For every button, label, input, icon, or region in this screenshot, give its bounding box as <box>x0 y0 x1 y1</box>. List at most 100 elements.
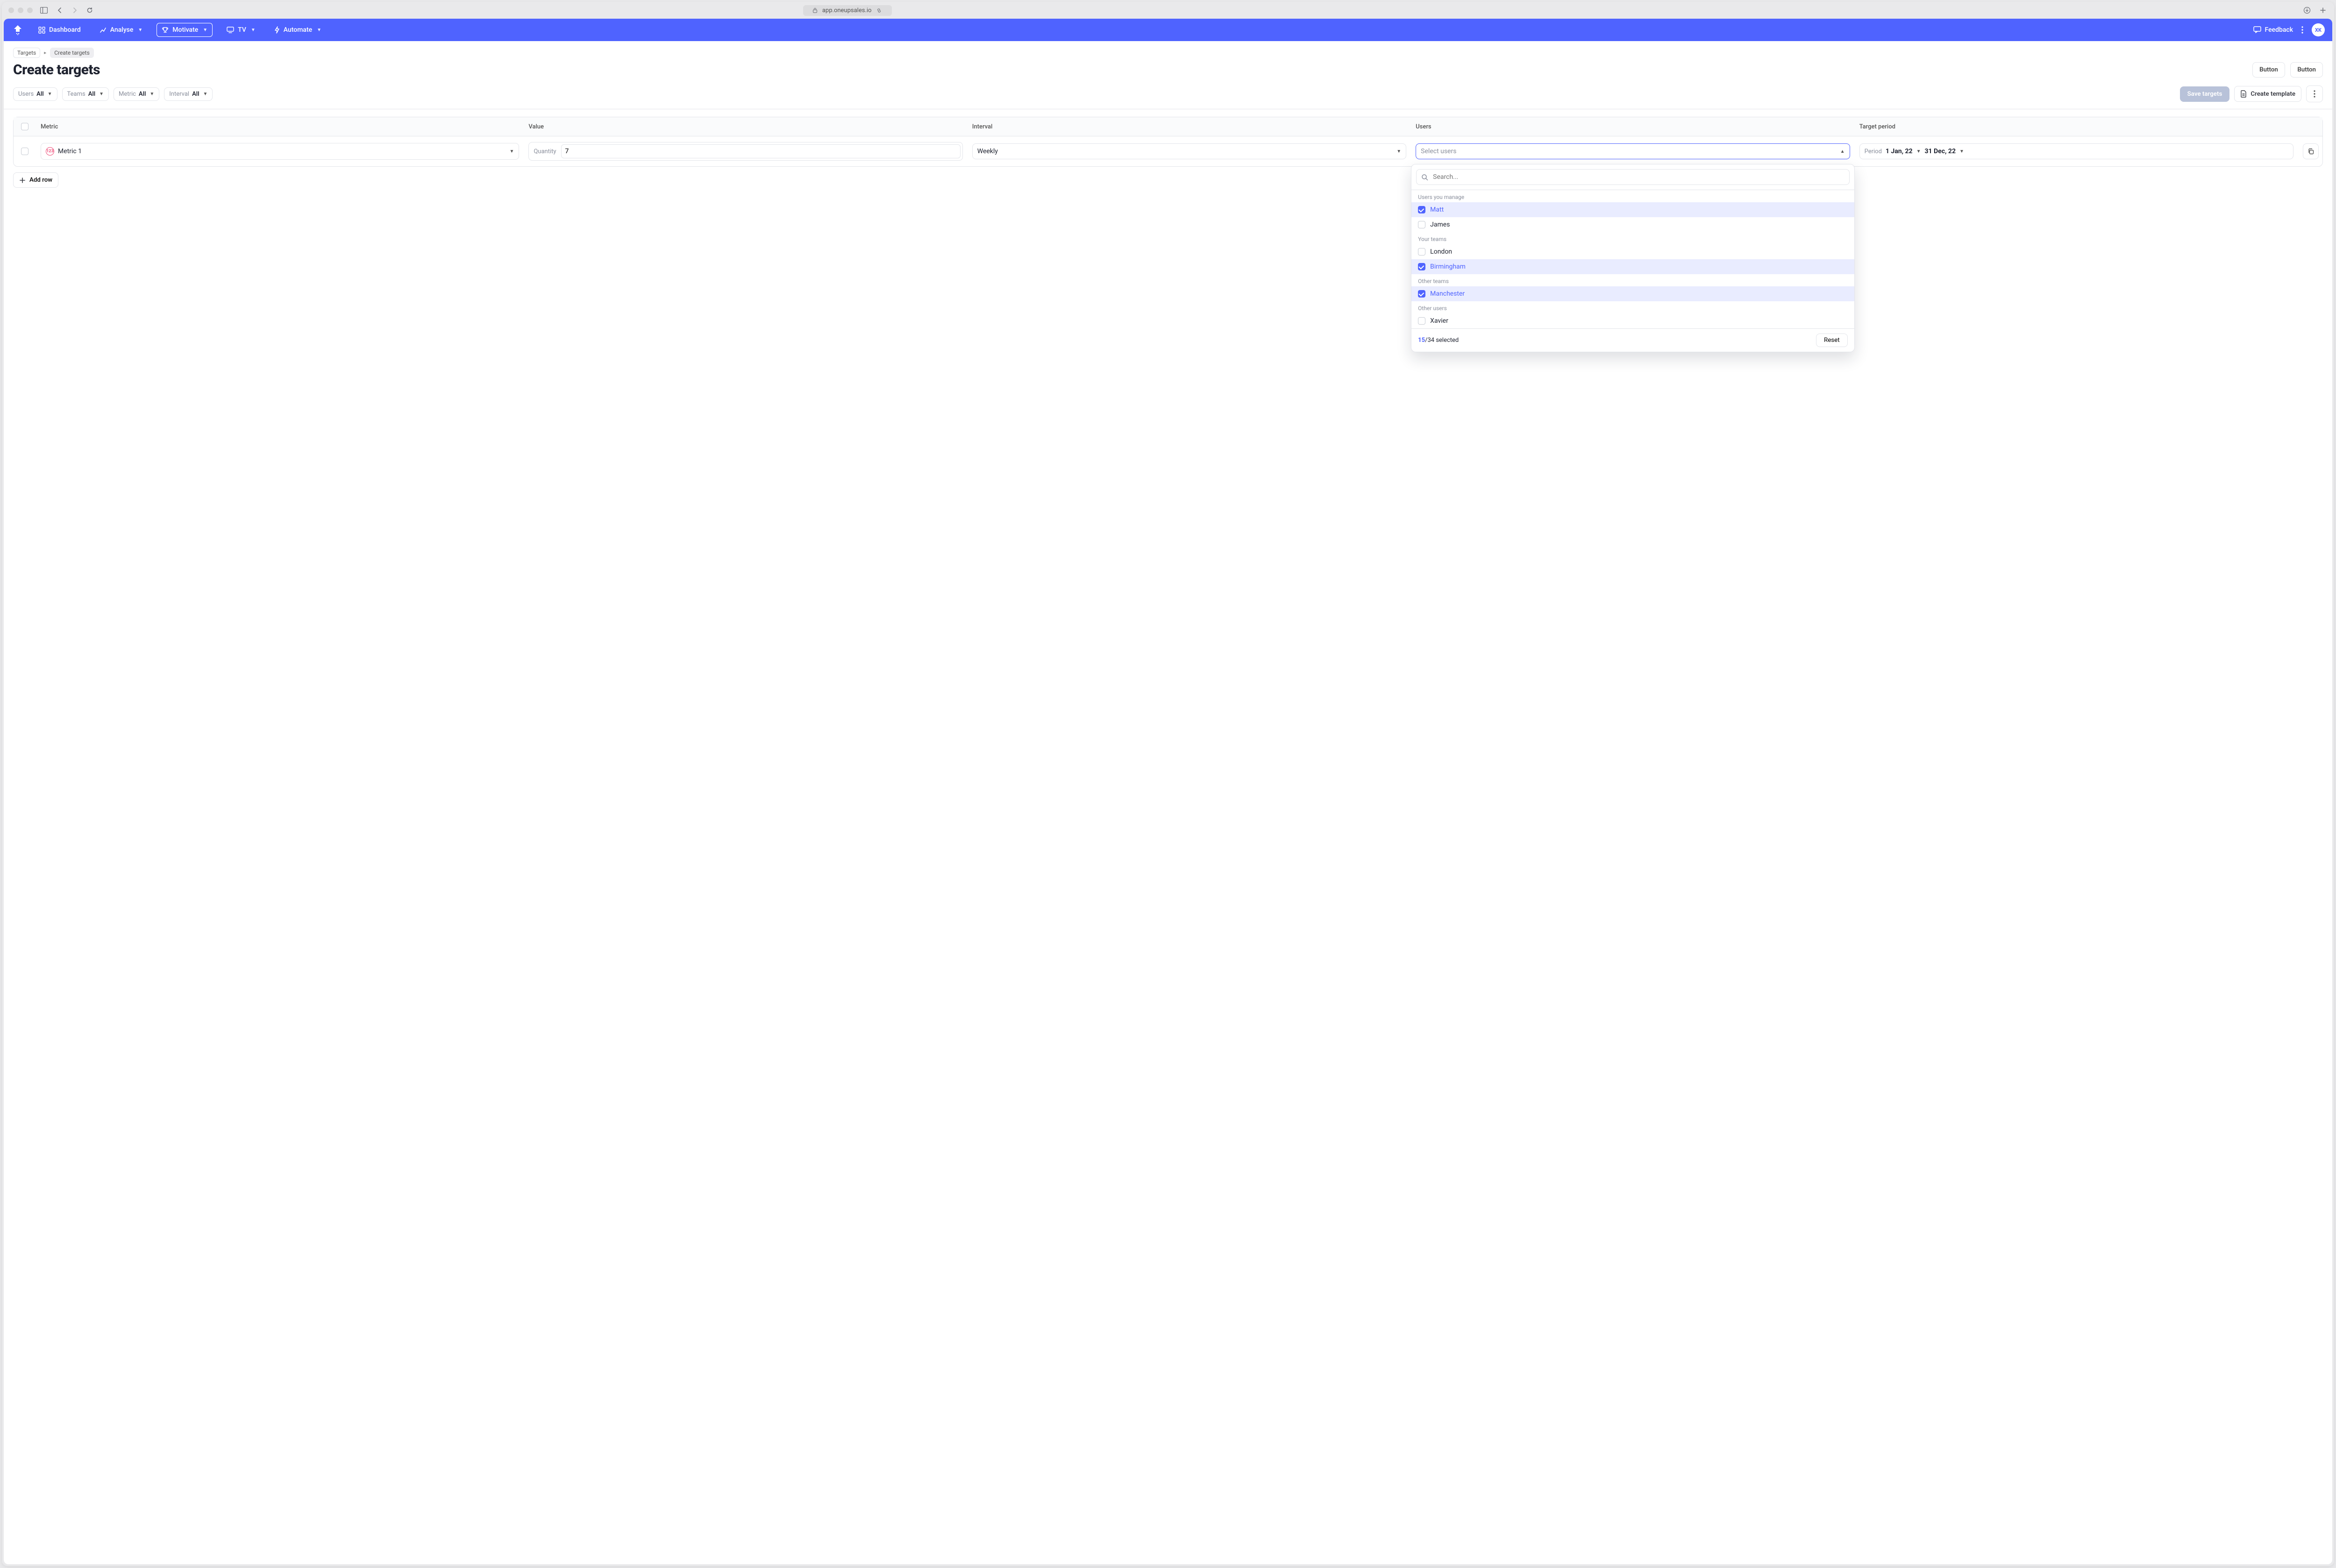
chevron-right-icon: ▸ <box>44 50 46 56</box>
chevron-down-icon: ▼ <box>150 92 154 97</box>
more-actions-button[interactable] <box>2306 85 2323 102</box>
breadcrumb: Targets ▸ Create targets <box>4 41 2332 58</box>
period-from: 1 Jan, 22 <box>1886 148 1913 155</box>
chevron-down-icon: ▼ <box>203 92 208 97</box>
browser-window: app.oneupsales.io Dashboard Analyse ▼ <box>2 2 2334 1566</box>
new-tab-icon[interactable] <box>2318 6 2328 15</box>
metric-name: Metric 1 <box>58 148 82 155</box>
reload-icon[interactable] <box>85 6 94 15</box>
chevron-down-icon: ▼ <box>251 28 256 33</box>
filter-interval-label: Interval <box>169 91 189 98</box>
users-placeholder: Select users <box>1421 148 1456 155</box>
checkbox-icon <box>1418 221 1425 228</box>
reset-button[interactable]: Reset <box>1816 333 1848 347</box>
avatar[interactable]: XK <box>2312 23 2325 36</box>
top-nav: Dashboard Analyse ▼ Motivate ▼ TV ▼ Auto… <box>4 19 2332 41</box>
dd-item-matt[interactable]: Matt <box>1411 202 1854 217</box>
copy-icon <box>2308 148 2315 155</box>
dd-item-label: Manchester <box>1430 290 1465 298</box>
back-icon[interactable] <box>55 6 64 15</box>
filter-metric[interactable]: Metric All ▼ <box>114 87 159 101</box>
filter-teams-value: All <box>88 91 95 98</box>
nav-analyse[interactable]: Analyse ▼ <box>95 23 148 36</box>
checkbox-icon <box>1418 290 1425 298</box>
checkbox-icon <box>1418 206 1425 213</box>
nav-tv[interactable]: TV ▼ <box>222 23 260 36</box>
nav-dashboard[interactable]: Dashboard <box>34 23 85 36</box>
create-template-button[interactable]: Create template <box>2234 86 2301 102</box>
quantity-label: Quantity <box>534 148 556 155</box>
period-select[interactable]: Period 1 Jan, 22 ▼ 31 Dec, 22 ▼ <box>1859 143 2293 159</box>
nav-dashboard-label: Dashboard <box>49 26 81 34</box>
dropdown-search[interactable] <box>1416 169 1849 185</box>
chevron-down-icon: ▼ <box>317 28 321 33</box>
app-logo[interactable] <box>11 23 24 36</box>
dropdown-search-wrap <box>1411 164 1854 190</box>
header-button-2[interactable]: Button <box>2290 62 2323 78</box>
filter-metric-label: Metric <box>119 91 136 98</box>
nav-motivate[interactable]: Motivate ▼ <box>157 23 213 37</box>
save-targets-button[interactable]: Save targets <box>2180 86 2230 102</box>
dd-item-label: London <box>1430 248 1452 255</box>
checkbox-icon <box>1418 263 1425 270</box>
row-checkbox[interactable] <box>21 148 28 155</box>
users-select[interactable]: Select users ▲ <box>1416 143 1850 159</box>
chevron-down-icon: ▼ <box>138 28 142 33</box>
table-row: 123 Metric 1 ▼ Quantity <box>14 136 2322 166</box>
header-button-1[interactable]: Button <box>2252 62 2285 78</box>
nav-automate[interactable]: Automate ▼ <box>270 23 326 36</box>
page-header: Create targets Button Button <box>4 58 2332 85</box>
duplicate-row-button[interactable] <box>2303 143 2319 159</box>
traffic-lights <box>8 7 33 13</box>
filter-users[interactable]: Users All ▼ <box>13 87 57 101</box>
chevron-down-icon: ▼ <box>1916 149 1921 154</box>
interval-select[interactable]: Weekly ▼ <box>972 143 1406 159</box>
feedback-label: Feedback <box>2265 26 2293 34</box>
th-interval: Interval <box>968 118 1411 136</box>
dd-item-birmingham[interactable]: Birmingham <box>1411 259 1854 274</box>
dd-section-other-teams: Other teams <box>1411 274 1854 286</box>
quantity-input[interactable] <box>561 144 961 158</box>
filter-interval-value: All <box>192 91 199 98</box>
link-icon <box>876 7 882 14</box>
create-template-label: Create template <box>2251 91 2295 98</box>
dd-item-james[interactable]: James <box>1411 217 1854 232</box>
targets-table-wrap: Metric Value Interval Users Target perio… <box>4 109 2332 195</box>
nav-analyse-label: Analyse <box>110 26 134 34</box>
traffic-max[interactable] <box>27 7 33 13</box>
nav-automate-label: Automate <box>284 26 312 34</box>
th-period: Target period <box>1855 118 2298 136</box>
chevron-down-icon: ▼ <box>1959 149 1964 154</box>
checkbox-icon <box>1418 248 1425 255</box>
period-to: 31 Dec, 22 <box>1924 148 1956 155</box>
forward-icon[interactable] <box>70 6 79 15</box>
dd-item-london[interactable]: London <box>1411 244 1854 259</box>
filter-metric-value: All <box>139 91 146 98</box>
download-icon[interactable] <box>2302 6 2312 15</box>
add-row-button[interactable]: Add row <box>13 172 58 188</box>
trophy-icon <box>162 27 169 34</box>
metric-select[interactable]: 123 Metric 1 ▼ <box>41 143 519 160</box>
dropdown-search-input[interactable] <box>1432 173 1844 181</box>
filter-interval[interactable]: Interval All ▼ <box>164 87 213 101</box>
chevron-down-icon: ▼ <box>1396 149 1401 154</box>
filter-teams[interactable]: Teams All ▼ <box>62 87 109 101</box>
traffic-min[interactable] <box>18 7 23 13</box>
sidebar-toggle-icon[interactable] <box>39 6 49 15</box>
dd-item-xavier[interactable]: Xavier <box>1411 313 1854 328</box>
checkbox-icon <box>1418 317 1425 325</box>
dd-item-label: James <box>1430 221 1450 228</box>
kebab-menu[interactable] <box>2301 26 2303 34</box>
chevron-down-icon: ▼ <box>203 28 207 33</box>
add-row-label: Add row <box>29 177 52 184</box>
nav-history <box>55 6 94 15</box>
dd-item-manchester[interactable]: Manchester <box>1411 286 1854 301</box>
th-metric: Metric <box>36 118 524 136</box>
select-all-checkbox[interactable] <box>21 123 28 130</box>
crumb-root[interactable]: Targets <box>13 48 40 58</box>
traffic-close[interactable] <box>8 7 14 13</box>
header-actions: Button Button <box>2252 62 2323 78</box>
feedback-button[interactable]: Feedback <box>2253 23 2293 36</box>
address-bar[interactable]: app.oneupsales.io <box>803 5 892 16</box>
dd-section-your-teams: Your teams <box>1411 232 1854 244</box>
